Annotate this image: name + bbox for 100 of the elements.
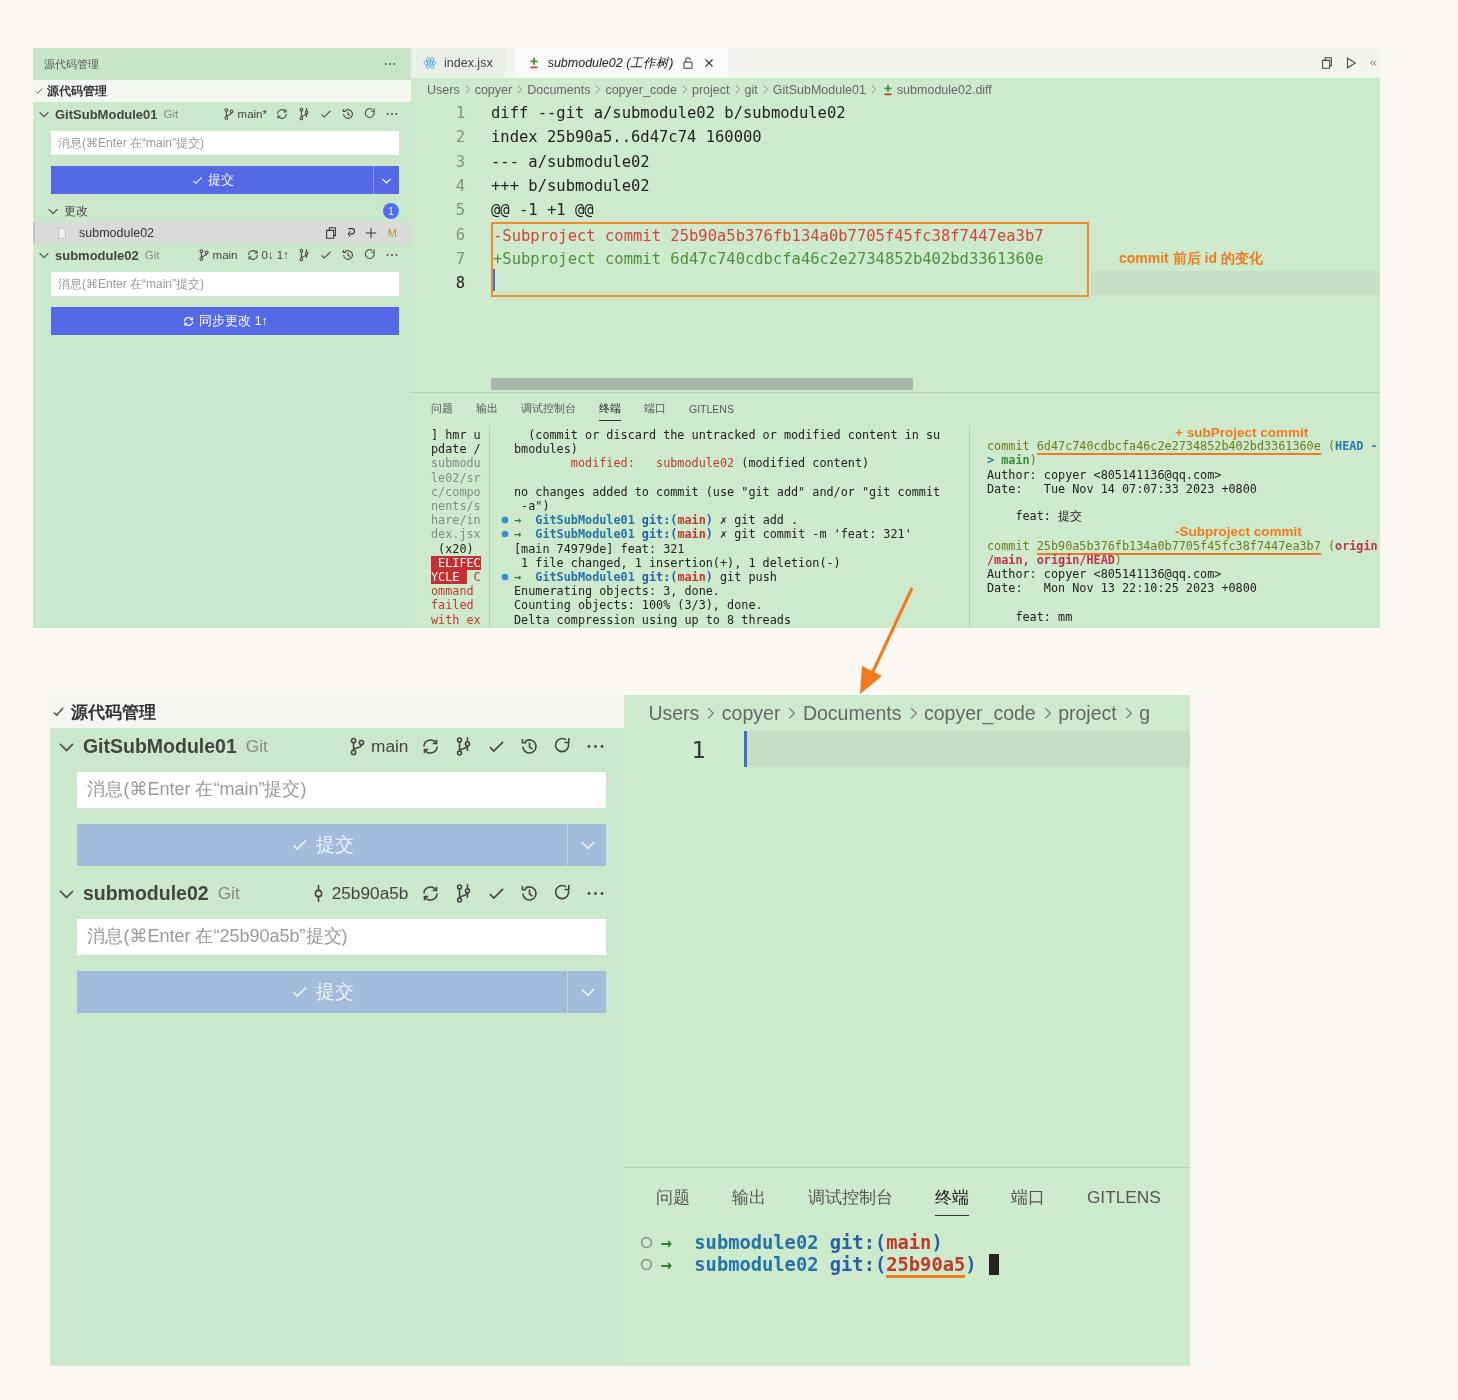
commit-button[interactable]: 提交 xyxy=(51,166,373,194)
open-file-icon[interactable] xyxy=(1320,56,1334,70)
terminal-line: submodu xyxy=(431,456,481,471)
panel-tab[interactable]: 端口 xyxy=(1010,1179,1045,1217)
panel-tab[interactable]: 终端 xyxy=(934,1179,969,1217)
terminal-line: hare/in xyxy=(431,513,481,528)
open-file-icon[interactable] xyxy=(323,225,338,240)
line-number: 6 xyxy=(454,225,466,244)
code-text: diff --git a/submodule02 b/submodule02 xyxy=(491,103,846,124)
breadcrumb-item[interactable]: submodule02.diff xyxy=(896,82,992,97)
graph-icon[interactable] xyxy=(297,107,311,121)
panel-tab[interactable]: GITLENS xyxy=(1086,1180,1161,1215)
file-status: M xyxy=(387,226,397,239)
changes-label[interactable]: 更改 xyxy=(64,202,88,220)
terminal-line: Counting objects: 100% (3/3), done. xyxy=(514,598,763,613)
terminal-line: → GitSubModule01 git:(main) git push xyxy=(514,569,777,584)
breadcrumb-item[interactable]: Users xyxy=(427,82,460,97)
commit-message-field[interactable]: 消息(⌘Enter 在“main”提交) xyxy=(51,272,399,296)
branch-label[interactable]: main xyxy=(371,735,409,757)
terminal-line: YCLE C xyxy=(431,569,481,584)
panel-tab[interactable]: 输出 xyxy=(476,397,498,421)
editor-tab[interactable]: submodule02 (工作树) xyxy=(514,48,728,78)
code-text: +++ b/submodule02 xyxy=(491,175,650,197)
sync-count[interactable]: 0↓ 1↑ xyxy=(261,249,289,261)
panel-tab[interactable]: 终端 xyxy=(599,397,621,421)
plus-icon[interactable] xyxy=(363,225,378,240)
history-icon[interactable] xyxy=(341,248,355,262)
commit-message-field[interactable]: 消息(⌘Enter 在“main”提交) xyxy=(76,771,607,808)
branch-label[interactable]: main* xyxy=(237,108,267,120)
breadcrumb-item[interactable]: project xyxy=(692,82,730,97)
code-text: -Subproject commit 25b90a5b376fb134a0b7705f45fc38f7447ea3b7 xyxy=(491,222,1089,247)
terminal-line: no changes added to commit (use "git add" and/or "git commit xyxy=(514,484,941,499)
history-icon[interactable] xyxy=(341,107,355,121)
graph-icon[interactable] xyxy=(297,248,311,262)
terminal-line: failed xyxy=(431,598,474,613)
repo-name[interactable]: GitSubModule01 xyxy=(55,106,158,122)
breadcrumb-item[interactable]: copyer xyxy=(474,82,513,97)
repo-provider: Git xyxy=(163,108,179,120)
count-badge: 1 xyxy=(383,203,399,219)
terminal-line: dex.jsx xyxy=(431,527,481,542)
terminal-line: ommand xyxy=(431,584,474,599)
breadcrumb-item[interactable]: Documents xyxy=(527,82,591,97)
section-header[interactable]: 源代码管理 xyxy=(33,80,411,102)
refresh-icon[interactable] xyxy=(363,248,377,262)
breadcrumb-item[interactable]: copyer_code xyxy=(605,82,677,97)
panel-tab[interactable]: 输出 xyxy=(731,1179,766,1217)
line-number: 7 xyxy=(454,249,466,268)
terminal-line: Date: Mon Nov 13 22:10:25 2023 +0800 xyxy=(987,581,1257,596)
line-number: 8 xyxy=(454,274,466,293)
terminal-line: feat: 提交 xyxy=(1014,509,1083,526)
panel-tab[interactable]: GITLENS xyxy=(689,398,734,420)
breadcrumb-item[interactable]: project xyxy=(1058,701,1117,725)
line-number: 4 xyxy=(454,177,466,196)
code-text: index 25b90a5..6d47c74 160000 xyxy=(491,127,762,149)
branch-icon[interactable] xyxy=(196,248,211,262)
breadcrumb-item[interactable]: GitSubModule01 xyxy=(772,82,866,97)
sync-icon[interactable] xyxy=(245,248,260,262)
sync-button[interactable]: 同步更改 1↑ xyxy=(51,307,399,335)
annotation-note: -Subproject commit xyxy=(1175,523,1302,539)
terminal-line: → GitSubModule01 git:(main) ✗ git add . xyxy=(514,513,799,528)
breadcrumb-item[interactable]: copyer xyxy=(721,701,781,725)
terminal-line: modified: submodule02 (modified content) xyxy=(569,456,870,471)
breadcrumb-item[interactable]: Documents xyxy=(802,701,902,725)
sync-icon[interactable] xyxy=(275,107,289,121)
branch-label[interactable]: 25b90a5b xyxy=(331,882,409,904)
repo-name[interactable]: GitSubModule01 xyxy=(82,734,237,758)
changed-file-row[interactable]: submodule02 M xyxy=(33,222,411,243)
breadcrumb-item[interactable]: copyer_code xyxy=(924,701,1036,725)
commit-message-field[interactable]: 消息(⌘Enter 在“25b90a5b”提交) xyxy=(76,918,607,955)
play-icon[interactable] xyxy=(1344,56,1358,70)
terminal-line: → submodule02 git:(25b90a5) xyxy=(660,1254,977,1276)
sync-icon xyxy=(182,314,196,328)
panel-tab[interactable]: 调试控制台 xyxy=(807,1179,893,1217)
commit-message-field[interactable]: 消息(⌘Enter 在“main”提交) xyxy=(51,131,399,155)
repo-name[interactable]: submodule02 xyxy=(55,247,139,263)
panel-tab[interactable]: 问题 xyxy=(431,397,453,421)
lock-icon[interactable] xyxy=(680,56,695,70)
panel-tab[interactable]: 端口 xyxy=(644,397,666,421)
terminal-line: > main) xyxy=(987,453,1037,468)
terminal-line: pdate / xyxy=(431,442,481,457)
breadcrumb-item[interactable]: git xyxy=(744,82,758,97)
terminal-line: (x20) xyxy=(437,541,474,556)
panel-tab[interactable]: 调试控制台 xyxy=(521,397,576,421)
dropdown-button[interactable] xyxy=(373,166,399,194)
terminal-line: Enumerating objects: 3, done. xyxy=(514,584,720,599)
line-number: 5 xyxy=(454,201,466,220)
terminal-line: c/compo xyxy=(431,484,481,499)
annotation-note: + subProject commit xyxy=(1175,425,1309,440)
editor-tab[interactable]: index.jsx xyxy=(411,48,505,78)
breadcrumb-item[interactable]: Users xyxy=(648,701,700,725)
repo-name[interactable]: submodule02 xyxy=(82,881,209,905)
refresh-icon[interactable] xyxy=(363,107,377,121)
branch-label[interactable]: main xyxy=(212,249,238,261)
branch-icon[interactable] xyxy=(221,107,236,121)
section-header[interactable]: 源代码管理 xyxy=(49,695,625,729)
terminal-line: commit 6d47c740cdbcfa46c2e2734852b402bd3361360e (HEAD - xyxy=(987,439,1378,454)
repo-provider: Git xyxy=(144,249,160,261)
breadcrumb-item[interactable]: g xyxy=(1139,701,1151,725)
scrollbar-thumb[interactable] xyxy=(491,378,913,390)
panel-tab[interactable]: 问题 xyxy=(655,1179,690,1217)
